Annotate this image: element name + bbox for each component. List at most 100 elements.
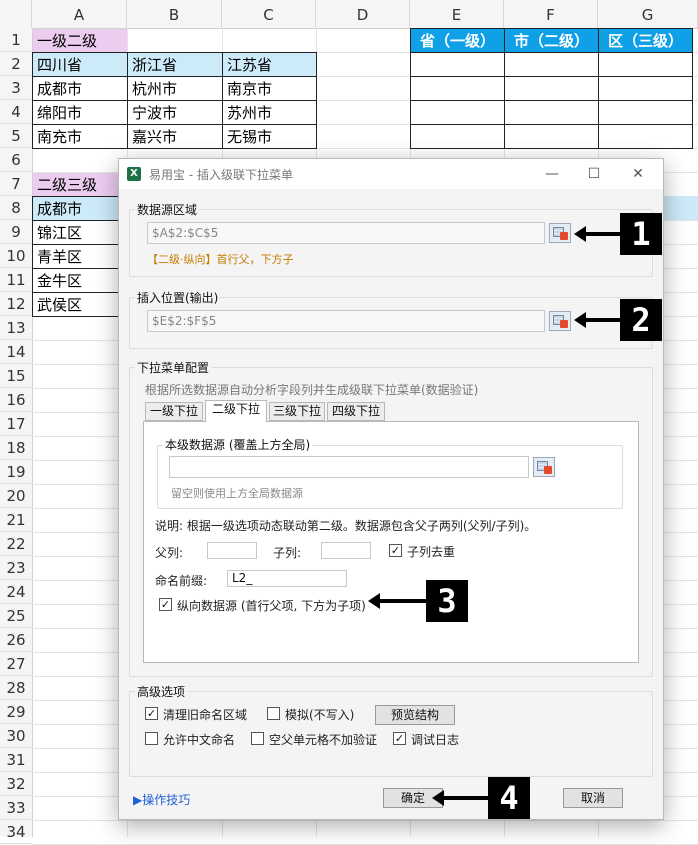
- cell-a11[interactable]: 金牛区: [32, 268, 128, 293]
- cell-c2[interactable]: 江苏省: [222, 52, 317, 77]
- vertical-source-checkbox[interactable]: ✓: [159, 598, 172, 611]
- cell-a4[interactable]: 绵阳市: [32, 100, 128, 125]
- cell-b3[interactable]: 杭州市: [127, 76, 223, 101]
- row-header[interactable]: 20: [0, 484, 32, 508]
- tab-level-3[interactable]: 三级下拉: [269, 402, 325, 421]
- cell-c5[interactable]: 无锡市: [222, 124, 317, 149]
- row-header[interactable]: 28: [0, 676, 32, 700]
- select-all-corner[interactable]: [0, 0, 32, 28]
- cancel-button[interactable]: 取消: [563, 788, 623, 808]
- cell-h8-partial[interactable]: [662, 196, 698, 220]
- cell-a5[interactable]: 南充市: [32, 124, 128, 149]
- row-header[interactable]: 17: [0, 412, 32, 436]
- insert-position-input[interactable]: $E$2:$F$5: [147, 310, 545, 332]
- cell-a2[interactable]: 四川省: [32, 52, 128, 77]
- row-header[interactable]: 34: [0, 820, 32, 844]
- close-button[interactable]: ✕: [623, 163, 653, 185]
- row-header[interactable]: 19: [0, 460, 32, 484]
- cell-e4[interactable]: [410, 100, 505, 125]
- range-picker-icon[interactable]: [549, 223, 571, 243]
- source-range-input[interactable]: $A$2:$C$5: [147, 222, 545, 244]
- cell-e2[interactable]: [410, 52, 505, 77]
- row-header[interactable]: 9: [0, 220, 32, 244]
- level-source-input[interactable]: [169, 456, 529, 478]
- minimize-button[interactable]: —: [537, 163, 567, 185]
- cell-b2[interactable]: 浙江省: [127, 52, 223, 77]
- row-header[interactable]: 23: [0, 556, 32, 580]
- tips-link[interactable]: ▶操作技巧: [133, 791, 190, 808]
- cell-a9[interactable]: 锦江区: [32, 220, 128, 245]
- cell-g3[interactable]: [598, 76, 693, 101]
- column-header-d[interactable]: D: [316, 0, 410, 28]
- row-header[interactable]: 32: [0, 772, 32, 796]
- cell-g4[interactable]: [598, 100, 693, 125]
- dedupe-checkbox[interactable]: ✓: [389, 544, 402, 557]
- row-header[interactable]: 22: [0, 532, 32, 556]
- row-header[interactable]: 3: [0, 76, 32, 100]
- parent-column-input[interactable]: [207, 542, 257, 559]
- maximize-button[interactable]: ☐: [579, 163, 609, 185]
- prefix-input[interactable]: L2_: [227, 570, 347, 587]
- cell-a8[interactable]: 成都市: [32, 196, 128, 221]
- row-header[interactable]: 15: [0, 364, 32, 388]
- cell-f2[interactable]: [504, 52, 599, 77]
- row-header[interactable]: 30: [0, 724, 32, 748]
- row-header[interactable]: 24: [0, 580, 32, 604]
- cell-f3[interactable]: [504, 76, 599, 101]
- cell-a10[interactable]: 青羊区: [32, 244, 128, 269]
- column-header-a[interactable]: A: [32, 0, 127, 28]
- cell-e1[interactable]: 省（一级）: [410, 28, 505, 53]
- cell-g2[interactable]: [598, 52, 693, 77]
- empty-parent-checkbox[interactable]: [251, 732, 264, 745]
- tab-level-2[interactable]: 二级下拉: [205, 400, 267, 422]
- cell-g1[interactable]: 区（三级）: [598, 28, 693, 53]
- cell-e5[interactable]: [410, 124, 505, 149]
- row-header[interactable]: 12: [0, 292, 32, 316]
- cell-b4[interactable]: 宁波市: [127, 100, 223, 125]
- row-header[interactable]: 6: [0, 148, 32, 172]
- debug-log-checkbox[interactable]: ✓: [393, 732, 406, 745]
- row-header[interactable]: 1: [0, 28, 32, 52]
- column-header-f[interactable]: F: [504, 0, 598, 28]
- row-header[interactable]: 2: [0, 52, 32, 76]
- cell-a3[interactable]: 成都市: [32, 76, 128, 101]
- tab-level-1[interactable]: 一级下拉: [145, 402, 203, 421]
- child-column-input[interactable]: [321, 542, 371, 559]
- row-header[interactable]: 18: [0, 436, 32, 460]
- row-header[interactable]: 29: [0, 700, 32, 724]
- row-header[interactable]: 4: [0, 100, 32, 124]
- allow-chinese-names-checkbox[interactable]: [145, 732, 158, 745]
- cell-a7[interactable]: 二级三级: [33, 173, 127, 197]
- row-header[interactable]: 8: [0, 196, 32, 220]
- range-picker-icon[interactable]: [549, 311, 571, 331]
- row-header[interactable]: 31: [0, 748, 32, 772]
- row-header[interactable]: 14: [0, 340, 32, 364]
- cell-f4[interactable]: [504, 100, 599, 125]
- row-header[interactable]: 33: [0, 796, 32, 820]
- cell-a12[interactable]: 武侯区: [32, 292, 128, 317]
- row-header[interactable]: 27: [0, 652, 32, 676]
- dialog-titlebar[interactable]: X 易用宝 - 插入级联下拉菜单 — ☐ ✕: [119, 159, 663, 189]
- row-header[interactable]: 7: [0, 172, 32, 196]
- simulate-checkbox[interactable]: [267, 707, 280, 720]
- row-header[interactable]: 16: [0, 388, 32, 412]
- column-header-e[interactable]: E: [410, 0, 504, 28]
- row-header[interactable]: 10: [0, 244, 32, 268]
- row-header[interactable]: 25: [0, 604, 32, 628]
- row-header[interactable]: 5: [0, 124, 32, 148]
- cell-c4[interactable]: 苏州市: [222, 100, 317, 125]
- row-header[interactable]: 21: [0, 508, 32, 532]
- column-header-g[interactable]: G: [598, 0, 698, 28]
- cell-f5[interactable]: [504, 124, 599, 149]
- preview-structure-button[interactable]: 预览结构: [375, 705, 455, 725]
- column-header-b[interactable]: B: [127, 0, 222, 28]
- column-header-c[interactable]: C: [222, 0, 316, 28]
- cell-g5[interactable]: [598, 124, 693, 149]
- range-picker-icon[interactable]: [533, 457, 555, 477]
- cell-b5[interactable]: 嘉兴市: [127, 124, 223, 149]
- row-header[interactable]: 26: [0, 628, 32, 652]
- cell-c3[interactable]: 南京市: [222, 76, 317, 101]
- row-header[interactable]: 13: [0, 316, 32, 340]
- cell-a1[interactable]: 一级二级: [33, 29, 127, 53]
- cell-f1[interactable]: 市（二级）: [504, 28, 599, 53]
